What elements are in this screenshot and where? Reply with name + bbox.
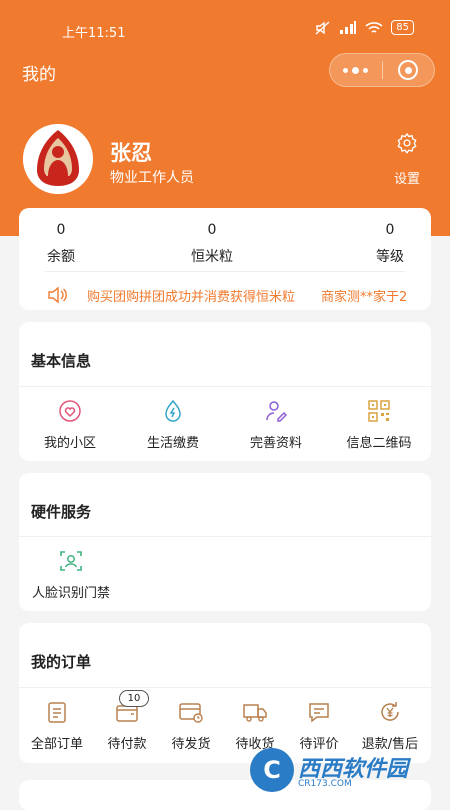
speaker-icon xyxy=(48,286,67,304)
close-target-icon xyxy=(398,60,419,80)
truck-icon xyxy=(243,704,267,722)
hardware-service-card: 硬件服务 人脸识别门禁 xyxy=(19,473,431,611)
stat-balance[interactable]: 0 余额 xyxy=(47,222,75,266)
qr-code-icon xyxy=(368,400,390,422)
edit-profile-icon xyxy=(266,401,288,422)
grid-item-label: 全部订单 xyxy=(30,737,83,752)
stat-label: 余额 xyxy=(47,249,75,265)
pending-payment-badge: 10 xyxy=(119,690,149,707)
grid-item-label: 我的小区 xyxy=(43,436,96,451)
page-title: 我的 xyxy=(22,65,56,85)
grid-item-complete-profile[interactable]: 完善资料 xyxy=(246,398,306,451)
user-name: 张忍 xyxy=(110,141,152,165)
face-recognition-icon xyxy=(60,551,82,571)
status-time: 上午11:51 xyxy=(62,26,126,41)
all-orders-icon xyxy=(48,702,66,723)
status-icons: 85 xyxy=(315,20,414,35)
battery-indicator: 85 xyxy=(391,20,414,35)
card-clock-icon xyxy=(179,703,203,723)
more-dot-icon xyxy=(343,67,349,73)
stat-label: 等级 xyxy=(376,249,404,265)
close-button[interactable] xyxy=(382,60,434,80)
buddha-avatar-icon xyxy=(23,124,93,194)
watermark: C 西西软件园 CR173.COM xyxy=(250,748,440,792)
notice-bar[interactable]: 购买团购拼团成功并消费获得恒米粒 商家测**家于20 xyxy=(47,284,411,306)
grid-item-my-community[interactable]: 我的小区 xyxy=(41,398,99,451)
section-divider xyxy=(19,536,431,537)
section-divider xyxy=(19,687,431,688)
more-button[interactable] xyxy=(330,66,382,74)
stat-value: 0 xyxy=(207,222,217,238)
signal-icon xyxy=(340,21,357,34)
grid-item-label: 待付款 xyxy=(107,737,147,752)
stat-level[interactable]: 0 等级 xyxy=(376,222,404,266)
notice-divider xyxy=(45,271,405,272)
grid-item-label: 人脸识别门禁 xyxy=(31,586,110,601)
watermark-logo-icon: C xyxy=(250,748,294,792)
my-orders-card: 我的订单 全部订单 待付款 待发货 待收货 待评价 退款/售后 xyxy=(19,623,431,763)
gear-icon xyxy=(397,133,417,154)
settings-label: 设置 xyxy=(393,172,420,187)
grid-item-label: 完善资料 xyxy=(249,436,302,451)
more-dot-icon xyxy=(363,67,369,73)
refund-icon xyxy=(381,702,399,721)
settings-button[interactable]: 设置 xyxy=(388,132,426,187)
stat-label: 恒米粒 xyxy=(191,249,233,265)
mute-icon xyxy=(315,20,330,35)
order-refund[interactable]: 退款/售后 xyxy=(357,699,423,752)
comment-icon xyxy=(309,703,329,723)
grid-item-label: 信息二维码 xyxy=(346,436,412,451)
utility-bill-icon xyxy=(165,399,181,422)
grid-item-face-access[interactable]: 人脸识别门禁 xyxy=(31,548,111,601)
wifi-icon xyxy=(365,21,383,33)
section-title: 硬件服务 xyxy=(31,503,92,521)
community-heart-icon xyxy=(59,400,81,422)
grid-item-info-qr-code[interactable]: 信息二维码 xyxy=(344,398,414,451)
mini-program-capsule xyxy=(329,53,435,87)
grid-item-utility-payment[interactable]: 生活缴费 xyxy=(143,398,203,451)
stat-points[interactable]: 0 恒米粒 xyxy=(191,222,233,266)
order-all[interactable]: 全部订单 xyxy=(29,699,85,752)
section-title: 我的订单 xyxy=(31,653,92,671)
status-bar: 上午11:51 85 xyxy=(0,0,450,60)
notice-text: 购买团购拼团成功并消费获得恒米粒 商家测**家于20 xyxy=(87,289,407,305)
basic-info-card: 基本信息 我的小区 生活缴费 完善资料 信息二维码 xyxy=(19,322,431,461)
account-stats-card: 0 余额 0 恒米粒 0 等级 购买团购拼团成功并消费获得恒米粒 商家测**家于… xyxy=(19,208,431,310)
avatar[interactable] xyxy=(23,124,93,194)
order-pending-review[interactable]: 待评价 xyxy=(296,699,342,752)
order-pending-shipment[interactable]: 待发货 xyxy=(168,699,214,752)
section-title: 基本信息 xyxy=(31,352,92,370)
order-pending-receipt[interactable]: 待收货 xyxy=(232,699,278,752)
more-dot-icon xyxy=(352,66,360,74)
stat-value: 0 xyxy=(56,222,66,238)
grid-item-label: 生活缴费 xyxy=(146,436,199,451)
section-divider xyxy=(19,386,431,387)
stat-value: 0 xyxy=(385,222,395,238)
grid-item-label: 待发货 xyxy=(171,737,211,752)
user-role: 物业工作人员 xyxy=(110,170,194,186)
